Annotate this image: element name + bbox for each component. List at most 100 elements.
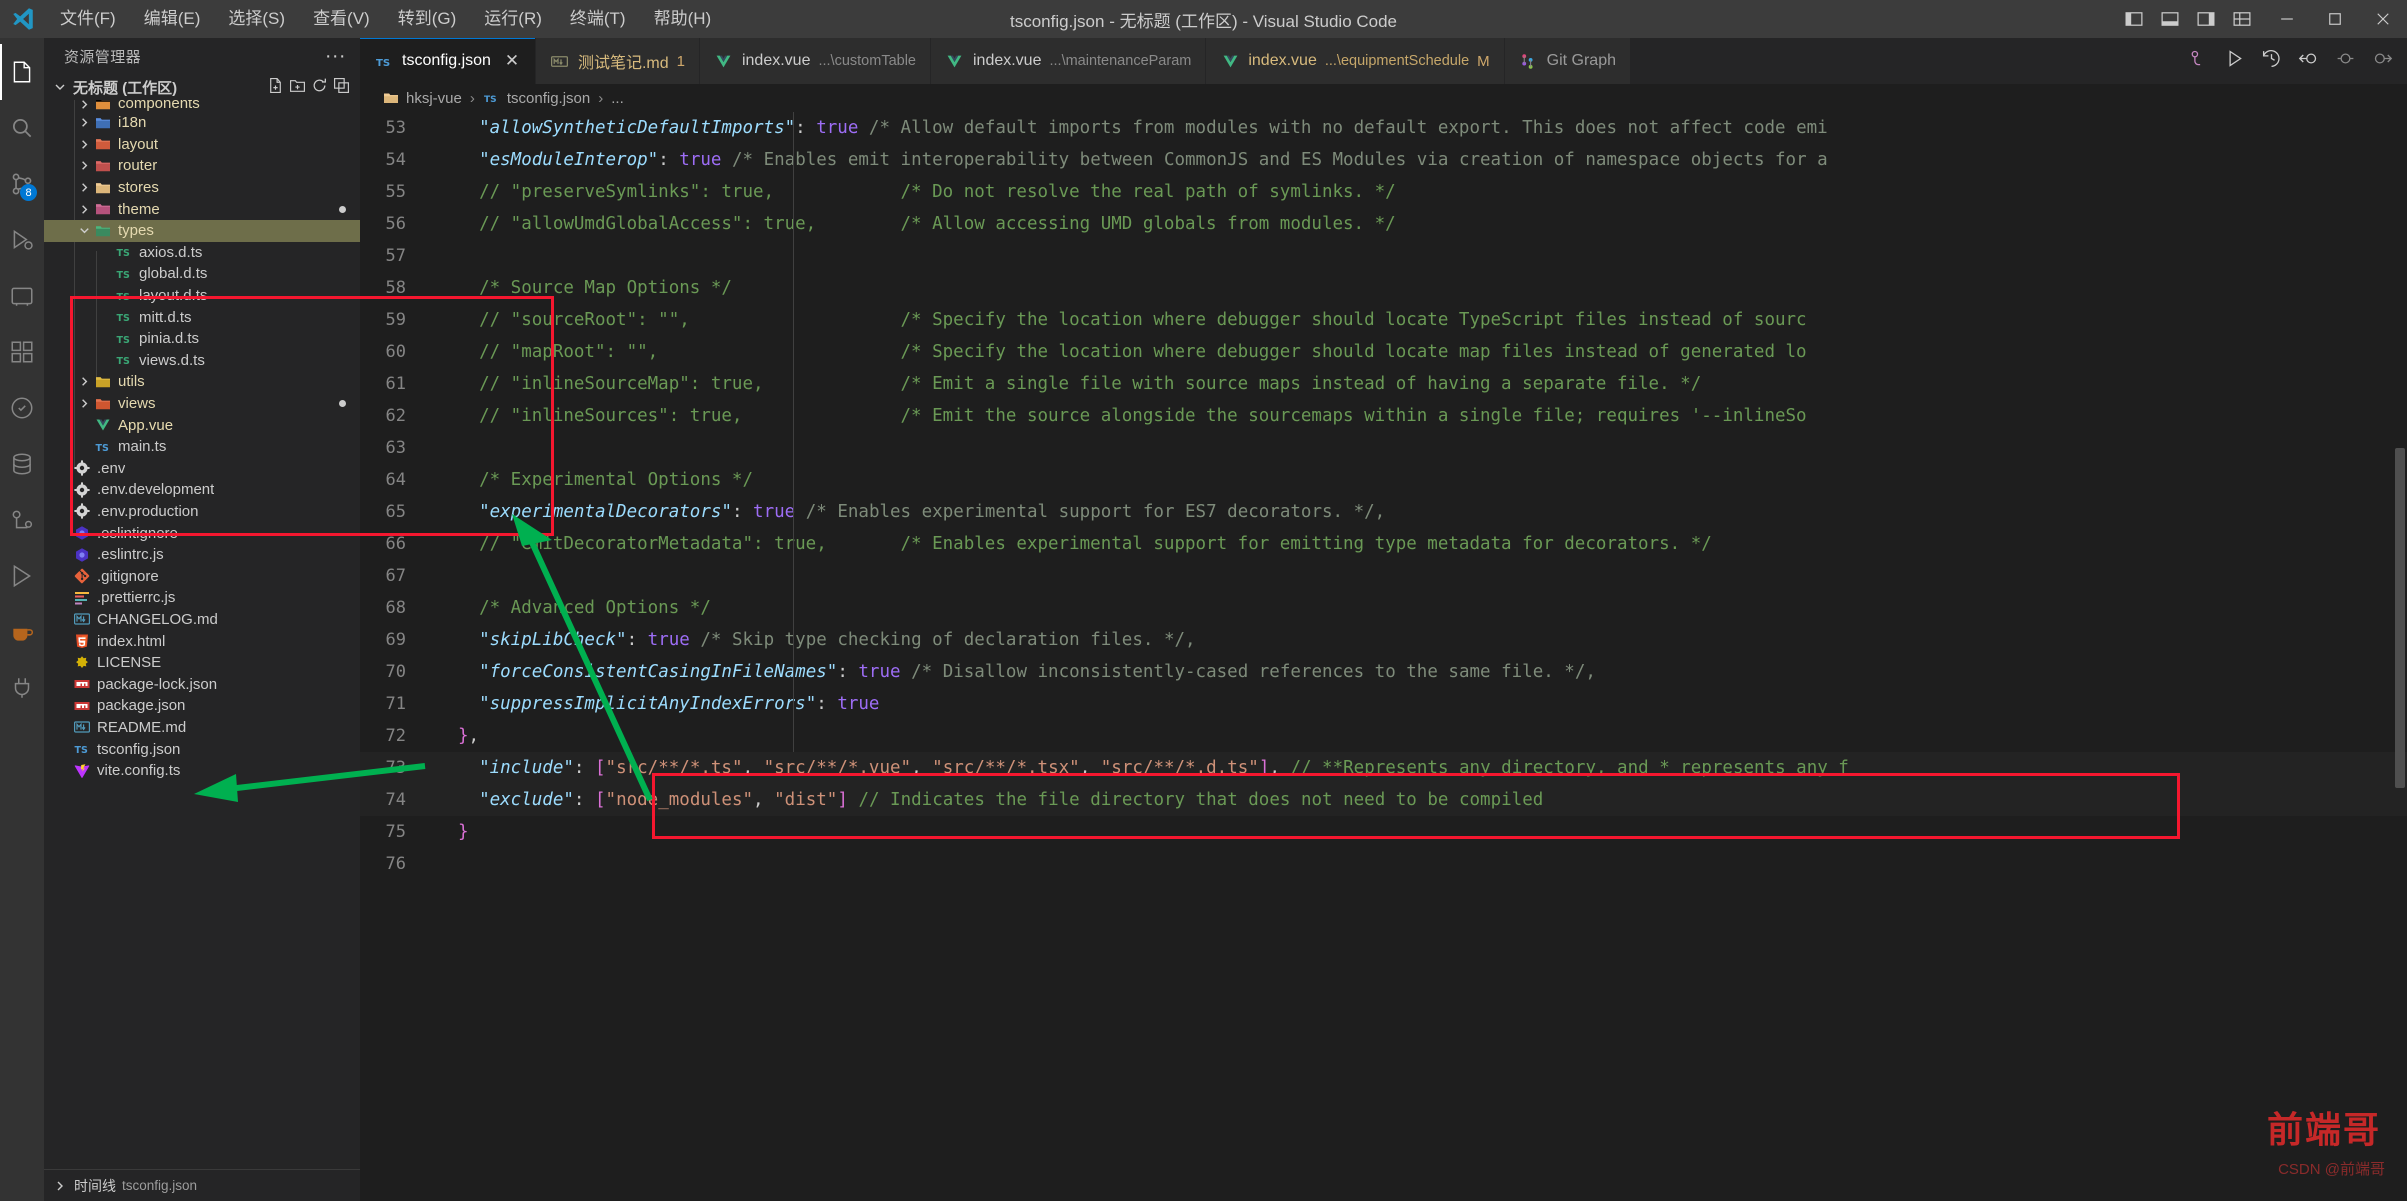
run-play-icon[interactable] xyxy=(2224,48,2245,74)
breadcrumb-more[interactable]: ... xyxy=(611,90,624,107)
menu-terminal[interactable]: 终端(T) xyxy=(556,0,640,38)
tree-item-eslintrc-js[interactable]: .eslintrc.js xyxy=(44,544,360,566)
code-line[interactable]: 58 /* Source Map Options */ xyxy=(360,272,2407,304)
tab-index.vue[interactable]: index.vue ...\equipmentSchedule M xyxy=(1206,38,1505,84)
activitybar-test-explorer[interactable] xyxy=(0,380,44,436)
tree-item-views[interactable]: views xyxy=(44,393,360,415)
activitybar-explorer[interactable] xyxy=(0,44,44,100)
activitybar-remote-explorer[interactable] xyxy=(0,268,44,324)
explorer-more-actions-icon[interactable]: ··· xyxy=(317,46,354,66)
history-icon[interactable] xyxy=(2261,48,2282,74)
tree-item-stores[interactable]: stores xyxy=(44,177,360,199)
code-line[interactable]: 60 // "mapRoot": "", /* Specify the loca… xyxy=(360,336,2407,368)
code-line[interactable]: 70 "forceConsistentCasingInFileNames": t… xyxy=(360,656,2407,688)
code-editor[interactable]: 53 "allowSyntheticDefaultImports": true … xyxy=(360,112,2407,1201)
window-controls[interactable] xyxy=(2263,0,2407,38)
code-line[interactable]: 55 // "preserveSymlinks": true, /* Do no… xyxy=(360,176,2407,208)
tree-item-views-d-ts[interactable]: TS views.d.ts xyxy=(44,350,360,372)
tree-item-tsconfig-json[interactable]: TS tsconfig.json xyxy=(44,738,360,760)
tree-item-env-production[interactable]: .env.production xyxy=(44,501,360,523)
code-line[interactable]: 54 "esModuleInterop": true /* Enables em… xyxy=(360,144,2407,176)
code-line[interactable]: 56 // "allowUmdGlobalAccess": true, /* A… xyxy=(360,208,2407,240)
breadcrumb-file[interactable]: tsconfig.json xyxy=(507,90,590,107)
menu-file[interactable]: 文件(F) xyxy=(46,0,130,38)
tree-item-app-vue[interactable]: App.vue xyxy=(44,414,360,436)
tree-item-mitt-d-ts[interactable]: TS mitt.d.ts xyxy=(44,306,360,328)
editor-scrollbar[interactable] xyxy=(2395,148,2407,1201)
tree-item-changelog-md[interactable]: CHANGELOG.md xyxy=(44,609,360,631)
tab-tsconfig.json[interactable]: TS tsconfig.json ✕ xyxy=(360,38,536,84)
editor-scrollbar-thumb[interactable] xyxy=(2395,448,2405,788)
tree-item-utils[interactable]: utils xyxy=(44,371,360,393)
tree-item-env-development[interactable]: .env.development xyxy=(44,479,360,501)
breadcrumb[interactable]: hksj-vue › TS tsconfig.json › ... xyxy=(360,84,2407,112)
activitybar-source-control[interactable]: 8 xyxy=(0,156,44,212)
split-right-icon[interactable] xyxy=(2372,48,2393,74)
code-line[interactable]: 65 "experimentalDecorators": true /* Ena… xyxy=(360,496,2407,528)
code-line[interactable]: 61 // "inlineSourceMap": true, /* Emit a… xyxy=(360,368,2407,400)
menu-edit[interactable]: 编辑(E) xyxy=(130,0,215,38)
code-line[interactable]: 74 "exclude": ["node_modules", "dist"] /… xyxy=(360,784,2407,816)
tree-item-env[interactable]: .env xyxy=(44,458,360,480)
activitybar-plug[interactable] xyxy=(0,660,44,716)
toggle-panel-icon[interactable] xyxy=(2155,6,2185,32)
activitybar-draw-io[interactable] xyxy=(0,548,44,604)
chevron-right-icon[interactable] xyxy=(75,137,93,152)
code-line[interactable]: 73 "include": ["src/**/*.ts", "src/**/*.… xyxy=(360,752,2407,784)
chevron-right-icon[interactable] xyxy=(75,158,93,173)
toggle-primary-sidebar-icon[interactable] xyxy=(2119,6,2149,32)
tree-item-index-html[interactable]: index.html xyxy=(44,630,360,652)
tab-Git-Graph[interactable]: Git Graph xyxy=(1504,38,1631,84)
tree-item-layout-d-ts[interactable]: TS layout.d.ts xyxy=(44,285,360,307)
tree-item-eslintignore[interactable]: .eslintignore xyxy=(44,522,360,544)
maximize-button[interactable] xyxy=(2311,0,2359,38)
tree-item-prettierrc-js[interactable]: .prettierrc.js xyxy=(44,587,360,609)
tree-item-router[interactable]: router xyxy=(44,155,360,177)
code-line[interactable]: 72}, xyxy=(360,720,2407,752)
layout-controls[interactable] xyxy=(2119,0,2257,38)
tree-item-types[interactable]: types xyxy=(44,219,360,242)
tree-item-license[interactable]: LICENSE xyxy=(44,652,360,674)
code-line[interactable]: 68 /* Advanced Options */ xyxy=(360,592,2407,624)
chevron-right-icon[interactable] xyxy=(75,100,93,112)
workspace-actions[interactable] xyxy=(267,77,360,98)
close-button[interactable] xyxy=(2359,0,2407,38)
menu-help[interactable]: 帮助(H) xyxy=(640,0,726,38)
menu-run[interactable]: 运行(R) xyxy=(470,0,556,38)
customize-layout-icon[interactable] xyxy=(2227,6,2257,32)
code-line[interactable]: 64 /* Experimental Options */ xyxy=(360,464,2407,496)
code-line[interactable]: 69 "skipLibCheck": true /* Skip type che… xyxy=(360,624,2407,656)
timeline-section[interactable]: 时间线 tsconfig.json xyxy=(44,1169,360,1201)
activitybar-database[interactable] xyxy=(0,436,44,492)
tree-item-package-json[interactable]: package.json xyxy=(44,695,360,717)
chevron-down-icon[interactable] xyxy=(75,223,93,238)
collapse-all-icon[interactable] xyxy=(333,77,350,98)
tree-item-axios-d-ts[interactable]: TS axios.d.ts xyxy=(44,242,360,264)
minimize-button[interactable] xyxy=(2263,0,2311,38)
activity-bar[interactable]: 8 xyxy=(0,38,44,1201)
code-line[interactable]: 63 xyxy=(360,432,2407,464)
editor-tab-bar[interactable]: TS tsconfig.json ✕ 测试笔记.md 1 index.vue ...\cus… xyxy=(360,38,2407,84)
tab-index.vue[interactable]: index.vue ...\maintenanceParam xyxy=(930,38,1207,84)
menu-bar[interactable]: 文件(F) 编辑(E) 选择(S) 查看(V) 转到(G) 运行(R) 终端(T… xyxy=(46,0,725,38)
file-tree[interactable]: components i18n layout router stores theme typ… xyxy=(44,100,360,781)
breadcrumb-root[interactable]: hksj-vue xyxy=(406,90,462,107)
new-file-icon[interactable] xyxy=(267,77,284,98)
activitybar-run-debug[interactable] xyxy=(0,212,44,268)
code-line[interactable]: 59 // "sourceRoot": "", /* Specify the l… xyxy=(360,304,2407,336)
menu-view[interactable]: 查看(V) xyxy=(299,0,384,38)
tree-item-layout[interactable]: layout xyxy=(44,134,360,156)
code-line[interactable]: 76 xyxy=(360,848,2407,880)
editor-actions[interactable] xyxy=(2173,38,2407,84)
tab-close-icon[interactable]: ✕ xyxy=(503,51,521,71)
activitybar-todo-tree[interactable] xyxy=(0,492,44,548)
chevron-right-icon[interactable] xyxy=(75,396,93,411)
menu-selection[interactable]: 选择(S) xyxy=(214,0,299,38)
git-graph-action-icon[interactable] xyxy=(2187,48,2208,74)
activitybar-extensions[interactable] xyxy=(0,324,44,380)
tree-item-global-d-ts[interactable]: TS global.d.ts xyxy=(44,263,360,285)
go-back-icon[interactable] xyxy=(2298,48,2319,74)
activitybar-coffee[interactable] xyxy=(0,604,44,660)
code-line[interactable]: 53 "allowSyntheticDefaultImports": true … xyxy=(360,112,2407,144)
tree-item-readme-md[interactable]: README.md xyxy=(44,717,360,739)
